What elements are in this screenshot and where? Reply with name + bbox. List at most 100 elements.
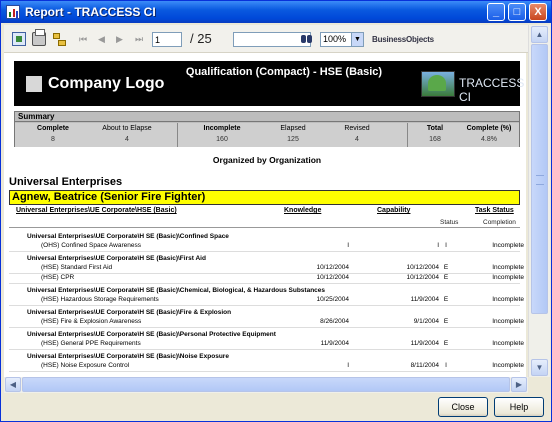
group-title: Universal Enterprises\UE Corporate\H SE …	[27, 353, 229, 360]
knowledge-value: 10/12/2004	[316, 264, 349, 271]
completion-value: Incomplete	[492, 318, 524, 325]
capability-value: 10/12/2004	[406, 274, 439, 281]
summary-column-label: Complete (%)	[466, 125, 512, 132]
completion-value: Incomplete	[492, 264, 524, 271]
scroll-down-icon[interactable]: ▼	[531, 359, 548, 376]
summary-column-value: 8	[51, 136, 55, 143]
summary-label: Summary	[15, 112, 519, 122]
report-banner: Company Logo Qualification (Compact) - H…	[14, 61, 524, 106]
completion-value: Incomplete	[492, 274, 524, 281]
summary-grid: Complete 8 About to Elapse 4 Incomplete 160 El…	[15, 123, 519, 147]
last-page-button[interactable]: ⏭	[135, 32, 143, 46]
group-title: Universal Enterprises\UE Corporate\H SE …	[27, 233, 229, 240]
row-divider	[9, 327, 520, 328]
row-divider	[9, 251, 520, 252]
horizontal-scroll-thumb[interactable]	[22, 377, 510, 392]
subcolumn-status: Status	[440, 219, 459, 226]
summary-column-value: 4	[125, 136, 129, 143]
title-bar[interactable]: Report - TRACCESS CI _ □ X	[1, 1, 551, 23]
row-divider	[9, 283, 520, 284]
group-tree-icon[interactable]	[52, 32, 66, 46]
qualification-name: (OHS) Confined Space Awareness	[41, 242, 141, 249]
binoculars-icon[interactable]	[300, 32, 314, 46]
window-title: Report - TRACCESS CI	[25, 5, 156, 19]
organization-name: Universal Enterprises	[9, 176, 123, 188]
print-icon[interactable]	[32, 29, 46, 46]
status-value: I	[445, 362, 447, 369]
column-task-status: Task Status	[475, 207, 514, 214]
report-title: Qualification (Compact) - HSE (Basic)	[185, 66, 383, 78]
completion-value: Incomplete	[492, 362, 524, 369]
previous-page-button[interactable]: ◀	[98, 32, 105, 46]
capability-value: 11/9/2004	[410, 340, 439, 347]
summary-separator	[177, 123, 178, 147]
status-value: I	[445, 242, 447, 249]
maximize-button[interactable]: □	[508, 3, 526, 21]
close-window-button[interactable]: X	[529, 3, 547, 21]
qualification-name: (HSE) General PPE Requirements	[41, 340, 141, 347]
qualification-name: (HSE) Noise Exposure Control	[41, 362, 130, 369]
subcolumn-completion: Completion	[483, 219, 516, 226]
status-value: E	[443, 274, 449, 281]
export-icon[interactable]	[12, 32, 26, 46]
vertical-scrollbar[interactable]: ▲ ▼	[528, 25, 550, 377]
close-button[interactable]: Close	[438, 397, 488, 417]
capability-value: 10/12/2004	[406, 264, 439, 271]
group-title: Universal Enterprises\UE Corporate\H SE …	[27, 255, 206, 262]
summary-column-value: 4.8%	[481, 136, 497, 143]
knowledge-value: 8/26/2004	[320, 318, 349, 325]
status-value: E	[443, 264, 449, 271]
company-logo-text: Company Logo	[48, 75, 165, 92]
first-page-button[interactable]: ⏮	[79, 32, 87, 46]
page-total: / 25	[190, 31, 212, 46]
dialog-button-bar: Close Help	[1, 393, 551, 421]
traccess-brand: TRACCESS CI	[459, 76, 525, 104]
status-value: E	[443, 318, 449, 325]
group-title: Universal Enterprises\UE Corporate\H SE …	[27, 287, 326, 294]
qualification-name: (HSE) CPR	[41, 274, 75, 281]
scroll-thumb[interactable]	[531, 44, 548, 314]
capability-value: 8/11/2004	[410, 362, 439, 369]
knowledge-value: 11/9/2004	[320, 340, 349, 347]
summary-column-label: About to Elapse	[102, 125, 152, 132]
summary-separator	[407, 123, 408, 147]
column-knowledge: Knowledge	[284, 207, 322, 214]
traccess-logo-icon	[421, 71, 455, 97]
capability-value: 11/9/2004	[410, 296, 439, 303]
report-toolbar: ⏮ ◀ ▶ ⏭ / 25 100% ▼ BusinessObjects	[4, 25, 528, 53]
zoom-value: 100%	[323, 34, 347, 44]
summary-column-label: Complete	[37, 125, 69, 132]
scroll-left-icon[interactable]: ◀	[5, 377, 21, 392]
next-page-button[interactable]: ▶	[116, 32, 123, 46]
completion-value: Incomplete	[492, 296, 524, 303]
completion-value: Incomplete	[492, 242, 524, 249]
knowledge-value: I	[347, 242, 349, 249]
summary-column-label: Revised	[344, 125, 370, 132]
report-app-icon	[6, 5, 20, 19]
row-divider	[9, 349, 520, 350]
report-window: Report - TRACCESS CI _ □ X ⏮ ◀ ▶ ⏭ / 25 …	[0, 0, 552, 422]
summary-column-label: Incomplete	[203, 125, 241, 132]
horizontal-scrollbar[interactable]: ◀ ▶	[4, 377, 528, 393]
scroll-up-icon[interactable]: ▲	[531, 26, 548, 43]
knowledge-value: 10/25/2004	[316, 296, 349, 303]
chevron-down-icon[interactable]: ▼	[351, 33, 363, 46]
business-objects-logo: BusinessObjects	[372, 35, 434, 44]
status-value: E	[443, 340, 449, 347]
summary-column-value: 160	[216, 136, 228, 143]
page-number-input[interactable]	[152, 32, 182, 47]
scroll-right-icon[interactable]: ▶	[511, 377, 527, 392]
group-title: Universal Enterprises\UE Corporate\H SE …	[27, 331, 276, 338]
organized-by: Organized by Organization	[212, 155, 322, 165]
status-value: E	[443, 296, 449, 303]
minimize-button[interactable]: _	[487, 3, 505, 21]
qualification-name: (HSE) Hazardous Storage Requirements	[41, 296, 159, 303]
zoom-select[interactable]: 100% ▼	[320, 32, 364, 47]
knowledge-value: 10/12/2004	[316, 274, 349, 281]
summary-column-value: 4	[355, 136, 359, 143]
group-title: Universal Enterprises\UE Corporate\H SE …	[27, 309, 232, 316]
help-button[interactable]: Help	[494, 397, 544, 417]
summary-table: Summary Complete 8 About to Elapse 4 Incompl…	[14, 111, 520, 147]
capability-value: I	[437, 242, 439, 249]
report-page: Company Logo Qualification (Compact) - H…	[4, 53, 526, 377]
